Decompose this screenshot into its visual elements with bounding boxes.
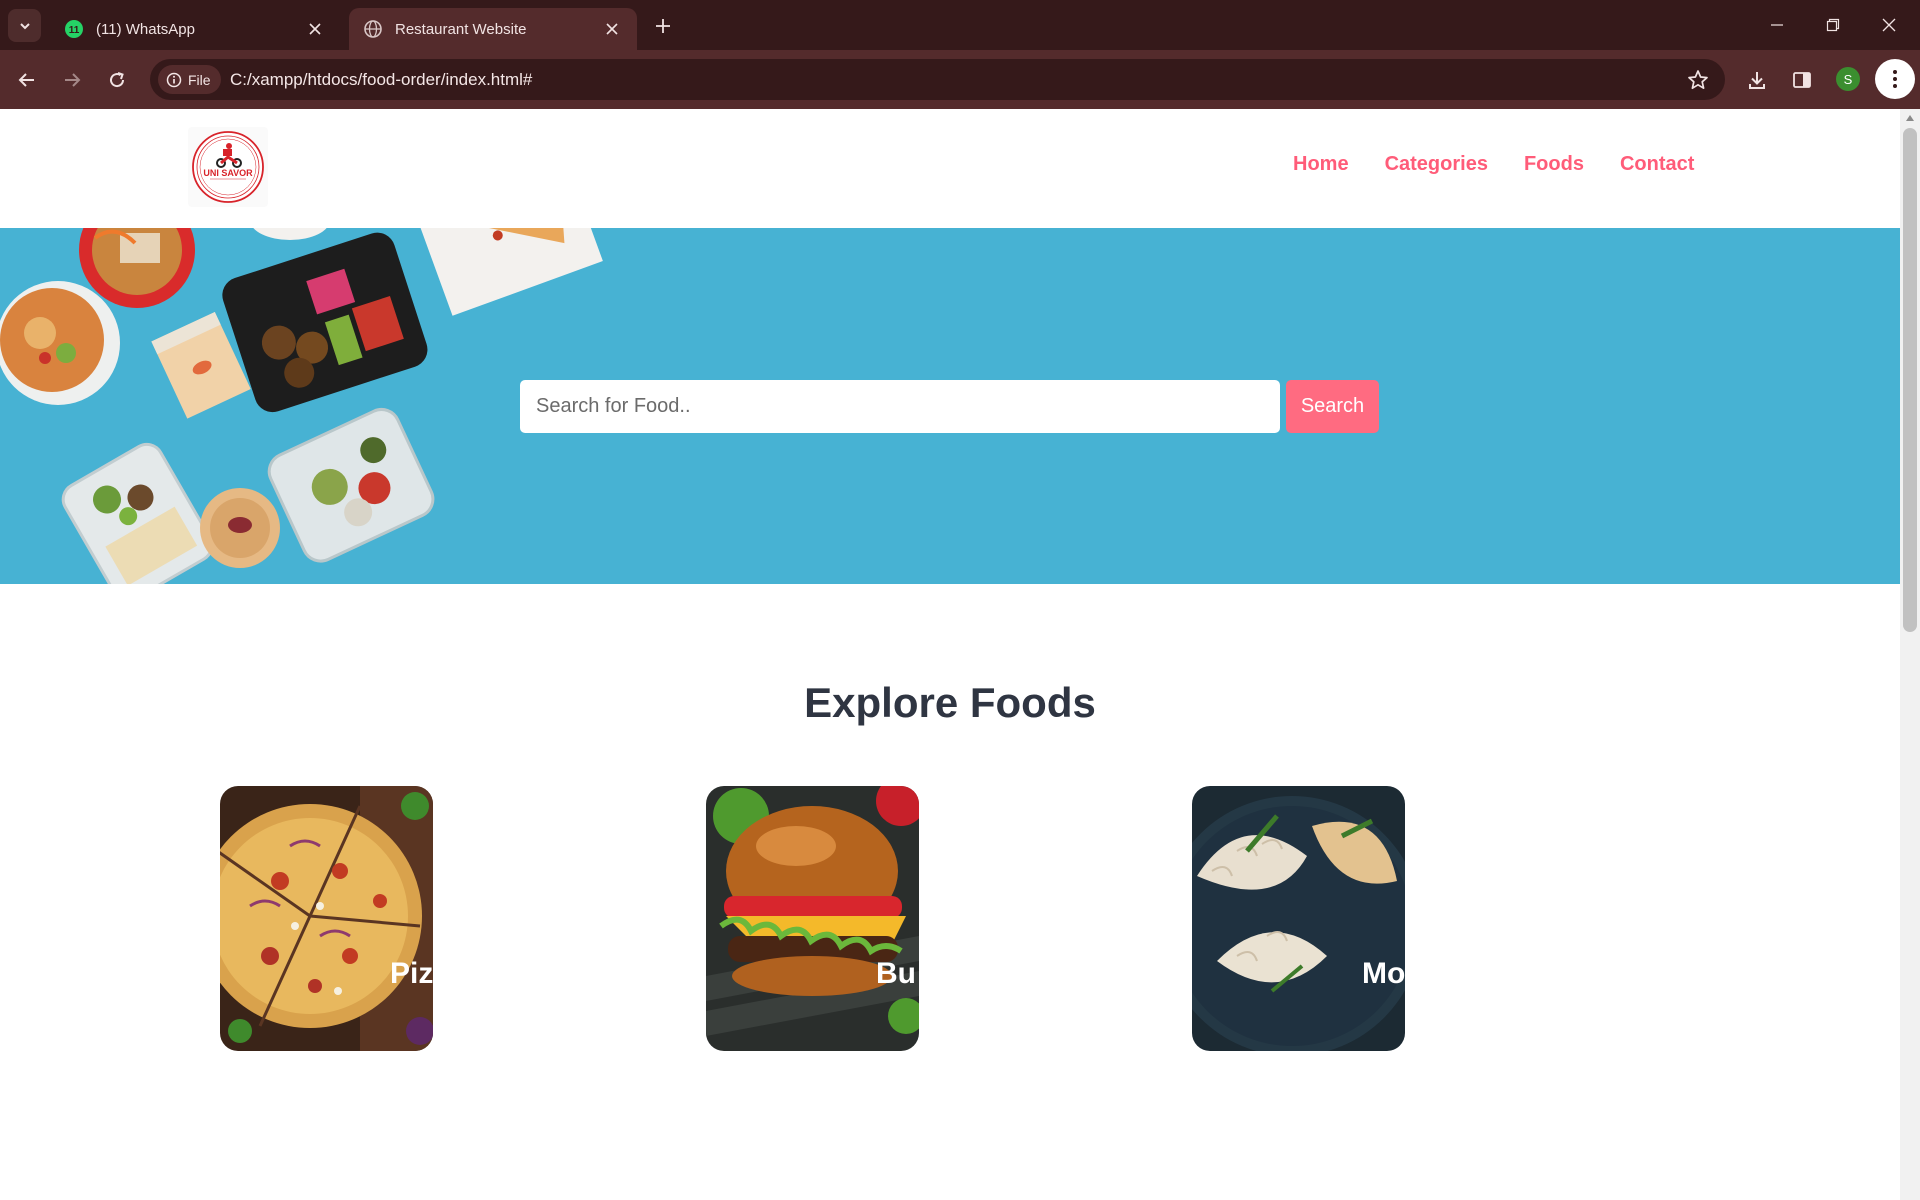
burger-photo bbox=[706, 786, 919, 1051]
category-card-burger[interactable]: Bu bbox=[706, 786, 919, 1051]
category-label: Mo bbox=[1362, 957, 1405, 990]
restore-button[interactable] bbox=[1810, 10, 1856, 40]
food-search-hero: Search bbox=[0, 228, 1900, 584]
search-button[interactable]: Search bbox=[1286, 380, 1379, 433]
arrow-left-icon bbox=[18, 73, 34, 87]
back-button[interactable] bbox=[12, 65, 42, 95]
tab-title: (11) WhatsApp bbox=[96, 20, 195, 38]
forward-button[interactable] bbox=[57, 65, 87, 95]
bookmark-star-icon[interactable] bbox=[1687, 69, 1709, 91]
momo-photo bbox=[1192, 786, 1405, 1051]
explore-foods-heading: Explore Foods bbox=[804, 679, 1096, 726]
svg-text:UNI SAVOR: UNI SAVOR bbox=[203, 168, 253, 178]
side-panel-icon bbox=[1793, 72, 1811, 88]
browser-tab-bar: 11 (11) WhatsApp Restaurant Website bbox=[0, 0, 1920, 50]
close-icon[interactable] bbox=[306, 20, 324, 38]
nav-contact-link[interactable]: Contact bbox=[1620, 153, 1694, 176]
download-icon bbox=[1749, 72, 1765, 89]
whatsapp-icon: 11 bbox=[65, 20, 83, 38]
address-bar[interactable]: File C:/xampp/htdocs/food-order/index.ht… bbox=[150, 59, 1725, 100]
category-label: Bu bbox=[876, 957, 916, 990]
globe-icon bbox=[364, 20, 382, 38]
category-card-pizza[interactable]: Piz bbox=[220, 786, 433, 1051]
nav-foods-link[interactable]: Foods bbox=[1524, 153, 1584, 176]
page-scrollbar[interactable] bbox=[1900, 109, 1920, 1200]
tab-title: Restaurant Website bbox=[395, 20, 527, 38]
arrow-right-icon bbox=[65, 73, 81, 87]
page-viewport: UNI SAVOR Home Categories Foods Contact bbox=[0, 109, 1900, 1200]
close-window-button[interactable] bbox=[1866, 10, 1912, 40]
side-panel-button[interactable] bbox=[1788, 66, 1816, 94]
restore-icon bbox=[1826, 18, 1840, 32]
profile-avatar[interactable]: S bbox=[1836, 67, 1860, 91]
plus-icon bbox=[656, 19, 670, 33]
category-card-momo[interactable]: Mo bbox=[1192, 786, 1405, 1051]
reload-icon bbox=[110, 72, 125, 88]
minimize-icon bbox=[1771, 24, 1783, 26]
scooter-logo-icon: UNI SAVOR bbox=[192, 131, 264, 203]
new-tab-button[interactable] bbox=[650, 13, 676, 39]
browser-toolbar: File C:/xampp/htdocs/food-order/index.ht… bbox=[0, 50, 1920, 109]
downloads-button[interactable] bbox=[1743, 66, 1771, 94]
chevron-down-icon bbox=[19, 22, 30, 29]
reload-button[interactable] bbox=[102, 65, 132, 95]
close-icon[interactable] bbox=[603, 20, 621, 38]
nav-categories-link[interactable]: Categories bbox=[1385, 153, 1488, 176]
category-label: Piz bbox=[390, 957, 433, 990]
tab-restaurant-website[interactable]: Restaurant Website bbox=[349, 8, 637, 50]
scroll-up-arrow-icon[interactable] bbox=[1906, 115, 1914, 121]
tab-search-button[interactable] bbox=[8, 9, 41, 42]
pizza-photo bbox=[220, 786, 433, 1051]
food-search-input[interactable] bbox=[520, 380, 1280, 433]
site-info-chip[interactable]: File bbox=[158, 65, 221, 94]
chip-label: File bbox=[188, 71, 211, 88]
info-icon bbox=[166, 72, 182, 87]
browser-menu-button[interactable] bbox=[1875, 59, 1915, 99]
more-vertical-icon bbox=[1893, 70, 1897, 88]
minimize-button[interactable] bbox=[1754, 10, 1800, 40]
site-logo[interactable]: UNI SAVOR bbox=[188, 127, 268, 207]
svg-text:11: 11 bbox=[69, 25, 80, 36]
main-nav: Home Categories Foods Contact bbox=[1293, 153, 1694, 176]
url-text[interactable]: C:/xampp/htdocs/food-order/index.html# bbox=[230, 70, 532, 90]
nav-home-link[interactable]: Home bbox=[1293, 153, 1349, 176]
scrollbar-thumb[interactable] bbox=[1903, 128, 1917, 632]
site-header: UNI SAVOR Home Categories Foods Contact bbox=[0, 109, 1900, 228]
close-icon bbox=[1882, 18, 1896, 32]
tab-whatsapp[interactable]: 11 (11) WhatsApp bbox=[50, 8, 340, 50]
